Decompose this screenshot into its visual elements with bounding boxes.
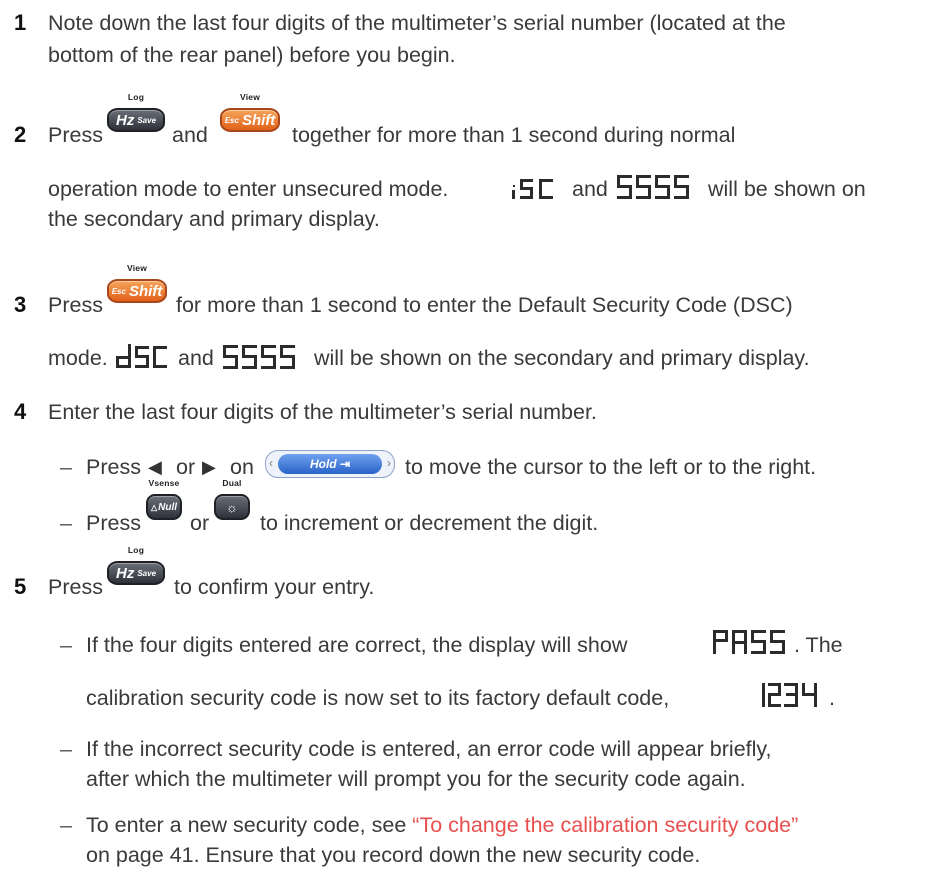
- step-2-after: together for more than 1 second during n…: [292, 123, 736, 147]
- save-label: Save: [137, 568, 157, 578]
- step-4-bullet-1-after: to move the cursor to the left or to the…: [405, 455, 817, 479]
- step-5-bullet-1-line-1-end: . The: [794, 633, 843, 657]
- backlight-key: Dual ☼: [214, 478, 250, 520]
- display-secondary-dsc: [116, 344, 167, 368]
- esc-label: Esc: [224, 115, 239, 125]
- shift-label: Shift: [241, 111, 276, 129]
- bullet-dash: –: [60, 737, 72, 761]
- step-3-line-2-and: and: [178, 346, 214, 370]
- esc-shift-key: View Esc Shift: [107, 263, 167, 303]
- step-4-bullet-1-press: Press: [86, 455, 141, 479]
- hz-label: Hz: [115, 564, 135, 582]
- exit-icon: ⇥: [339, 457, 351, 471]
- step-2-line-2a: operation mode to enter unsecured mode.: [48, 177, 449, 201]
- hz-label: Hz: [115, 111, 135, 129]
- step-5-bullet-1-line-2-end: .: [829, 686, 835, 710]
- display-primary-5555: [223, 345, 295, 369]
- step-4-bullet-2-or: or: [190, 511, 210, 535]
- null-key: Vsense △ Null: [146, 478, 182, 520]
- step-5-bullet-1-line-2: calibration security code is now set to …: [86, 686, 670, 710]
- step-4-bullet-2-press: Press: [86, 511, 141, 535]
- step-2-and: and: [172, 123, 208, 147]
- step-number-5: 5: [14, 574, 27, 599]
- step-4-text: Enter the last four digits of the multim…: [48, 400, 597, 424]
- bullet-dash: –: [60, 633, 72, 657]
- display-secondary-isc: [512, 179, 553, 199]
- rocker-left-icon: ‹: [269, 456, 273, 470]
- hz-save-key: Log Hz Save: [107, 545, 165, 585]
- step-number-4: 4: [14, 399, 27, 424]
- backlight-key-top: Dual: [222, 478, 242, 488]
- step-number-3: 3: [14, 292, 27, 317]
- null-label: Null: [158, 501, 178, 513]
- step-2-line-2b: will be shown on: [708, 177, 866, 201]
- step-3-line-2b: will be shown on the secondary and prima…: [314, 346, 810, 370]
- step-5-bullet-2-line-1: If the incorrect security code is entere…: [86, 737, 772, 761]
- esc-shift-key-top: View: [239, 92, 261, 102]
- step-5-after: to confirm your entry.: [174, 575, 375, 599]
- bullet-dash: –: [60, 813, 72, 837]
- step-1-line-1: Note down the last four digits of the mu…: [48, 11, 786, 35]
- step-5-bullet-2-line-2: after which the multimeter will prompt y…: [86, 767, 746, 791]
- step-3-line-2a: mode.: [48, 346, 108, 370]
- step-5-bullet-3-text: To enter a new security code, see: [86, 813, 407, 837]
- rocker-right-icon: ›: [387, 456, 391, 470]
- bullet-dash: –: [60, 455, 72, 479]
- null-key-top: Vsense: [148, 478, 180, 488]
- step-2-line-3: the secondary and primary display.: [48, 207, 380, 231]
- step-3-after: for more than 1 second to enter the Defa…: [176, 293, 793, 317]
- save-label: Save: [137, 115, 157, 125]
- step-5-bullet-1-line-1: If the four digits entered are correct, …: [86, 633, 628, 657]
- step-number-1: 1: [14, 10, 27, 35]
- hz-save-key-top: Log: [127, 92, 145, 102]
- bullet-dash: –: [60, 511, 72, 535]
- step-4-bullet-2-after: to increment or decrement the digit.: [260, 511, 599, 535]
- step-1-line-2: bottom of the rear panel) before you beg…: [48, 43, 456, 67]
- step-3-press: Press: [48, 293, 103, 317]
- display-factory-code-1234: [762, 683, 817, 707]
- esc-label: Esc: [111, 286, 126, 296]
- step-5-bullet-3-line-2: on page 41. Ensure that you record down …: [86, 843, 701, 867]
- display-primary-5555: [617, 175, 689, 199]
- step-5-press: Press: [48, 575, 103, 599]
- shift-label: Shift: [128, 282, 163, 300]
- change-security-code-link[interactable]: “To change the calibration security code…: [412, 813, 798, 837]
- hold-rocker-key: ‹ Hold ⇥ ›: [265, 450, 395, 478]
- esc-shift-key: View Esc Shift: [220, 92, 280, 132]
- display-pass: [713, 630, 785, 654]
- step-2-line-2-and: and: [572, 177, 608, 201]
- step-number-2: 2: [14, 122, 27, 147]
- esc-shift-key-top: View: [126, 263, 148, 273]
- hz-save-key-top: Log: [127, 545, 145, 555]
- backlight-icon: ☼: [226, 499, 238, 515]
- step-2-press: Press: [48, 123, 103, 147]
- step-5-bullet-3-line-1: To enter a new security code, see “To ch…: [86, 810, 798, 840]
- hz-save-key: Log Hz Save: [107, 92, 165, 132]
- hold-label: Hold: [309, 457, 337, 471]
- delta-icon: △: [150, 502, 158, 512]
